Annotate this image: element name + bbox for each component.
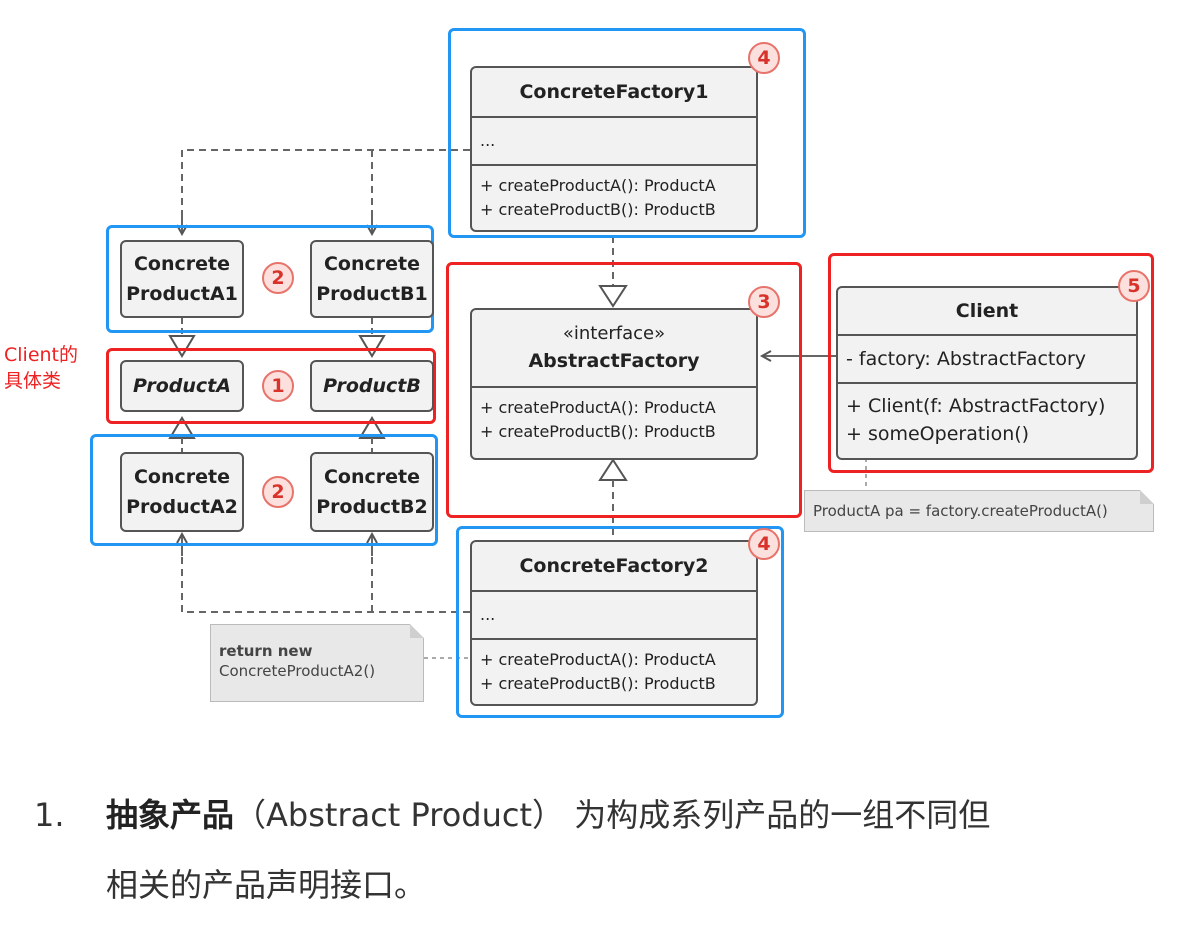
abstract-factory-title: AbstractFactory <box>528 350 700 372</box>
client-method-constructor: + Client(f: AbstractFactory) <box>846 395 1106 417</box>
concrete-factory2-fields: ... <box>472 590 756 638</box>
abstract-factory-method-b: + createProductB(): ProductB <box>480 422 716 441</box>
concrete-factory2-method-a: + createProductA(): ProductA <box>480 650 716 669</box>
product-a-label: ProductA <box>133 375 231 397</box>
description-term: 抽象产品 <box>106 796 235 834</box>
description-line1-rest: （Abstract Product） 为构成系列产品的一组不同但 <box>234 796 991 834</box>
concrete-product-b1-box: Concrete ProductB1 <box>310 240 434 318</box>
client-concrete-label: Client的 具体类 <box>4 342 78 394</box>
factory-code-note: return new ConcreteProductA2() <box>210 624 424 702</box>
client-concrete-label-line2: 具体类 <box>4 370 62 392</box>
concrete-factory2-method-b: + createProductB(): ProductB <box>480 674 716 693</box>
concrete-product-b1-line2: ProductB1 <box>316 283 428 305</box>
dep-cf1-products <box>181 149 470 232</box>
concrete-product-a1-line1: Concrete <box>133 253 230 275</box>
badge-abstract-factory: 3 <box>748 286 780 318</box>
concrete-factory1-fields: ... <box>472 116 756 164</box>
client-box: Client - factory: AbstractFactory + Clie… <box>836 286 1138 460</box>
badge-abstract-products: 1 <box>262 370 294 402</box>
description-line-2: 相关的产品声明接口。 <box>106 860 426 906</box>
description-line-1: 1. 抽象产品（Abstract Product） 为构成系列产品的一组不同但 <box>34 790 990 836</box>
client-concrete-label-line1: Client的 <box>4 344 79 366</box>
abstract-factory-box: «interface» AbstractFactory + createProd… <box>470 308 758 460</box>
concrete-factory1-title: ConcreteFactory1 <box>519 81 709 103</box>
client-code-note: ProductA pa = factory.createProductA() <box>804 490 1154 532</box>
concrete-factory1-box: ConcreteFactory1 ... + createProductA():… <box>470 66 758 232</box>
client-field: - factory: AbstractFactory <box>838 334 1136 382</box>
concrete-product-b2-line1: Concrete <box>323 466 420 488</box>
badge-concrete-products-1: 2 <box>262 262 294 294</box>
concrete-product-a2-box: Concrete ProductA2 <box>120 452 244 532</box>
concrete-factory1-method-a: + createProductA(): ProductA <box>480 176 716 195</box>
badge-concrete-factory1: 4 <box>748 42 780 74</box>
concrete-factory1-method-b: + createProductB(): ProductB <box>480 200 716 219</box>
concrete-product-a2-line1: Concrete <box>133 466 230 488</box>
concrete-product-a2-line2: ProductA2 <box>126 496 238 518</box>
badge-concrete-factory2: 4 <box>748 528 780 560</box>
client-title: Client <box>955 300 1019 322</box>
badge-client: 5 <box>1118 270 1150 302</box>
note-fold-icon <box>1140 490 1154 504</box>
badge-concrete-products-2: 2 <box>262 476 294 508</box>
concrete-factory2-box: ConcreteFactory2 ... + createProductA():… <box>470 540 758 706</box>
client-method-some-operation: + someOperation() <box>846 423 1030 445</box>
factory-code-note-text: ConcreteProductA2() <box>219 662 376 680</box>
concrete-product-b1-line1: Concrete <box>323 253 420 275</box>
concrete-product-a1-box: Concrete ProductA1 <box>120 240 244 318</box>
description-line2-text: 相关的产品声明接口。 <box>106 866 427 904</box>
concrete-product-b2-line2: ProductB2 <box>316 496 428 518</box>
factory-code-note-bold: return new <box>219 642 313 660</box>
client-code-note-text: ProductA pa = factory.createProductA() <box>813 502 1108 520</box>
note-fold-icon <box>410 624 424 638</box>
abstract-factory-method-a: + createProductA(): ProductA <box>480 398 716 417</box>
concrete-product-a1-line2: ProductA1 <box>126 283 238 305</box>
concrete-product-b2-box: Concrete ProductB2 <box>310 452 434 532</box>
description-number: 1. <box>34 796 65 834</box>
concrete-factory2-title: ConcreteFactory2 <box>519 555 709 577</box>
product-a-box: ProductA <box>120 360 244 412</box>
abstract-factory-stereotype: «interface» <box>562 323 666 344</box>
dep-cf2-products <box>181 540 470 613</box>
product-b-box: ProductB <box>310 360 434 412</box>
product-b-label: ProductB <box>323 375 421 397</box>
